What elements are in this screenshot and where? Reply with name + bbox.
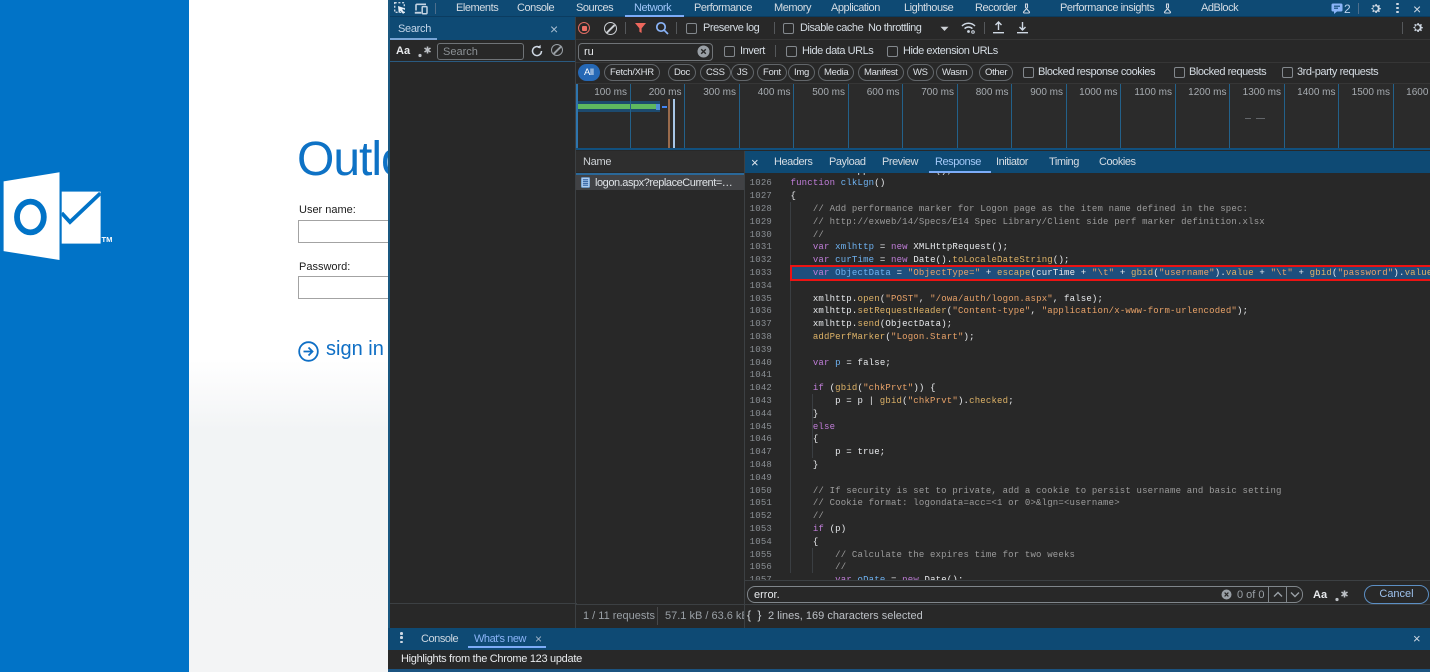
svg-text:TM: TM [102, 235, 113, 244]
